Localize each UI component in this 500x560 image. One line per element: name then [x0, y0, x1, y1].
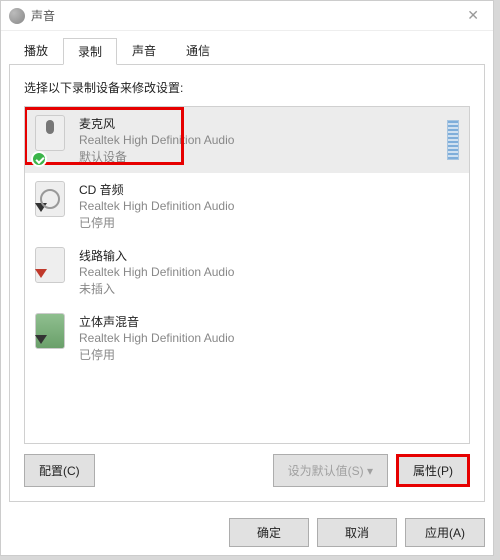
- microphone-icon: [35, 115, 65, 151]
- cd-icon: [35, 181, 65, 217]
- properties-button[interactable]: 属性(P): [396, 454, 470, 487]
- set-default-label: 设为默认值(S): [288, 464, 364, 478]
- device-status: 未插入: [79, 280, 459, 297]
- ok-button[interactable]: 确定: [229, 518, 309, 547]
- device-name: 麦克风: [79, 115, 437, 132]
- device-line-in[interactable]: 线路输入 Realtek High Definition Audio 未插入: [25, 239, 469, 305]
- device-sub: Realtek High Definition Audio: [79, 331, 459, 345]
- device-name: 立体声混音: [79, 313, 459, 330]
- app-icon: [9, 8, 25, 24]
- close-icon[interactable]: ✕: [461, 5, 485, 26]
- tab-body: 选择以下录制设备来修改设置: 麦克风 Realtek High Definiti…: [9, 64, 485, 502]
- device-sub: Realtek High Definition Audio: [79, 199, 459, 213]
- down-arrow-red-icon: [32, 266, 50, 284]
- instruction-text: 选择以下录制设备来修改设置:: [24, 79, 470, 96]
- device-name: 线路输入: [79, 247, 459, 264]
- device-list: 麦克风 Realtek High Definition Audio 默认设备 C…: [24, 106, 470, 444]
- down-arrow-icon: [32, 332, 50, 350]
- cancel-button[interactable]: 取消: [317, 518, 397, 547]
- titlebar: 声音 ✕: [1, 1, 493, 31]
- device-stereo-mix[interactable]: 立体声混音 Realtek High Definition Audio 已停用: [25, 305, 469, 371]
- chevron-down-icon: ▾: [367, 464, 373, 478]
- apply-button[interactable]: 应用(A): [405, 518, 485, 547]
- sound-dialog: 声音 ✕ 播放 录制 声音 通信 选择以下录制设备来修改设置: 麦克风 Real…: [0, 0, 494, 556]
- device-name: CD 音频: [79, 181, 459, 198]
- device-status: 默认设备: [79, 148, 437, 165]
- device-microphone[interactable]: 麦克风 Realtek High Definition Audio 默认设备: [25, 107, 469, 173]
- set-default-button[interactable]: 设为默认值(S) ▾: [273, 454, 388, 487]
- window-title: 声音: [31, 7, 461, 24]
- linein-icon: [35, 247, 65, 283]
- device-sub: Realtek High Definition Audio: [79, 133, 437, 147]
- device-cd-audio[interactable]: CD 音频 Realtek High Definition Audio 已停用: [25, 173, 469, 239]
- default-check-icon: [31, 151, 47, 167]
- tab-recording[interactable]: 录制: [63, 38, 117, 65]
- tab-sounds[interactable]: 声音: [117, 37, 171, 64]
- stereomix-icon: [35, 313, 65, 349]
- device-sub: Realtek High Definition Audio: [79, 265, 459, 279]
- dialog-actions: 确定 取消 应用(A): [1, 510, 493, 555]
- device-status: 已停用: [79, 214, 459, 231]
- configure-button[interactable]: 配置(C): [24, 454, 95, 487]
- tab-communications[interactable]: 通信: [171, 37, 225, 64]
- tab-strip: 播放 录制 声音 通信: [1, 31, 493, 64]
- device-status: 已停用: [79, 346, 459, 363]
- list-action-bar: 配置(C) 设为默认值(S) ▾ 属性(P): [24, 444, 470, 487]
- down-arrow-icon: [32, 200, 50, 218]
- level-meter: [447, 120, 459, 160]
- tab-playback[interactable]: 播放: [9, 37, 63, 64]
